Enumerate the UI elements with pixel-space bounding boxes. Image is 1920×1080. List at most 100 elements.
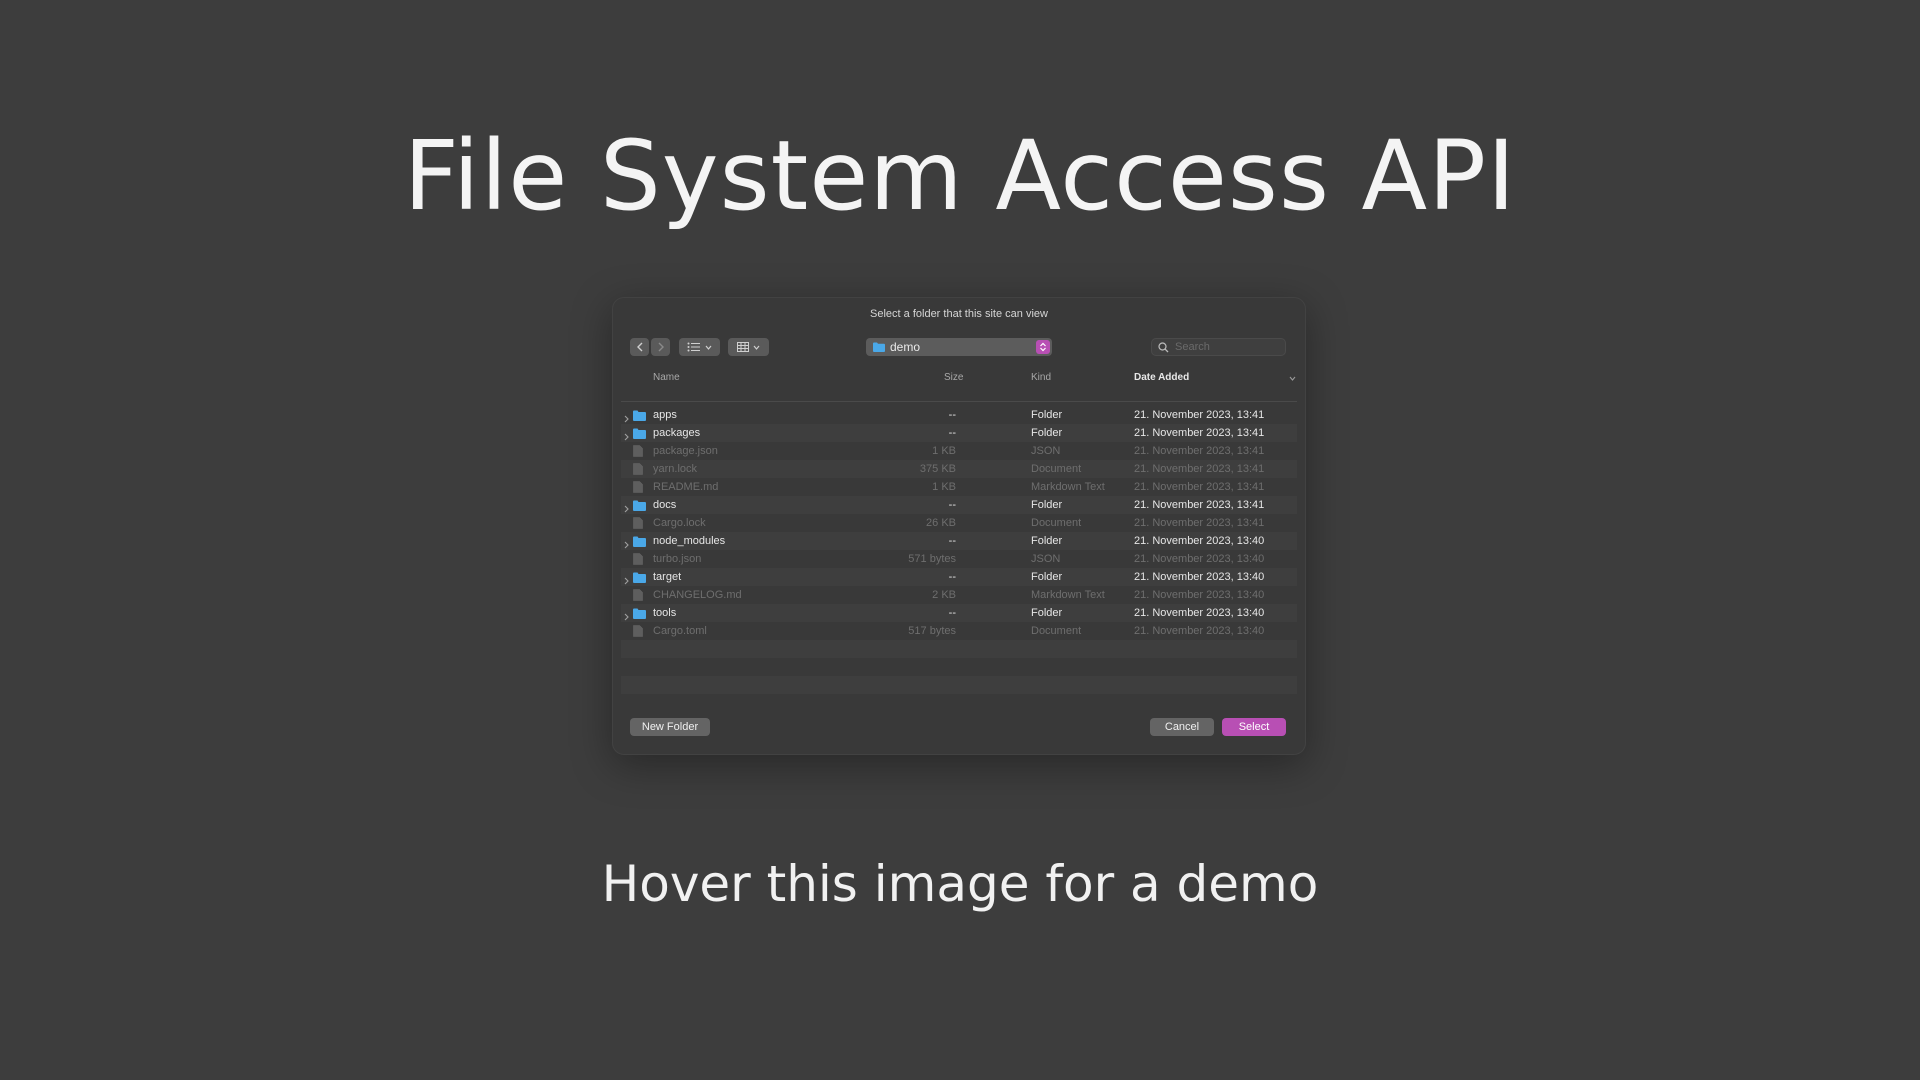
list-icon [687,342,700,352]
file-name: README.md [653,481,719,493]
file-date: 21. November 2023, 13:40 [1134,571,1265,583]
file-date: 21. November 2023, 13:41 [1134,517,1265,529]
file-size: 375 KB [919,463,956,475]
column-header: Name Size Kind Date Added [613,372,1305,384]
grid-icon [737,342,749,352]
chevron-left-icon [636,342,642,352]
file-date: 21. November 2023, 13:41 [1134,409,1265,421]
file-row: README.md 1 KB Markdown Text 21. November 2… [621,478,1297,496]
file-row[interactable]: node_modules -- Folder 21. November 2023, 1… [621,532,1297,550]
file-kind: Document [1031,463,1082,475]
file-kind: Markdown Text [1031,481,1105,493]
file-row[interactable]: tools -- Folder 21. November 2023, 13:40 [621,604,1297,622]
location-select[interactable]: demo [866,338,1052,356]
file-kind: JSON [1031,445,1061,457]
file-size: 2 KB [932,589,956,601]
column-date-added[interactable]: Date Added [1134,372,1189,383]
file-row: Cargo.lock 26 KB Document 21. November 2023… [621,514,1297,532]
file-size: -- [948,409,956,421]
file-date: 21. November 2023, 13:41 [1134,445,1265,457]
nav-buttons [630,338,670,356]
sort-chevron-icon[interactable] [1289,373,1296,384]
header-divider [621,401,1297,402]
column-kind[interactable]: Kind [1031,372,1051,383]
file-row: Cargo.toml 517 bytes Document 21. November … [621,622,1297,640]
column-size[interactable]: Size [944,372,963,383]
file-size: 1 KB [932,445,956,457]
chevron-right-icon [658,342,664,352]
chevron-down-icon [753,345,760,350]
folder-picker-dialog: Select a folder that this site can view [612,297,1306,755]
file-kind: Folder [1031,571,1063,583]
file-kind: Document [1031,517,1082,529]
file-kind: Markdown Text [1031,589,1105,601]
file-name: target [653,571,682,583]
dialog-prompt: Select a folder that this site can view [870,308,1048,320]
file-row[interactable]: packages -- Folder 21. November 2023, 13:41 [621,424,1297,442]
file-kind: Document [1031,625,1082,637]
file-name: apps [653,409,677,421]
empty-row [621,640,1297,658]
file-size: -- [948,607,956,619]
file-row[interactable]: target -- Folder 21. November 2023, 13:40 [621,568,1297,586]
file-size: 571 bytes [908,553,956,565]
file-date: 21. November 2023, 13:40 [1134,607,1265,619]
grid-view-button[interactable] [728,338,769,356]
file-name: node_modules [653,535,726,547]
file-date: 21. November 2023, 13:41 [1134,499,1265,511]
file-name: tools [653,607,677,619]
file-name: Cargo.lock [653,517,706,529]
page: File System Access API Select a folder t… [0,0,1920,1080]
file-name: package.json [653,445,718,457]
file-date: 21. November 2023, 13:40 [1134,535,1265,547]
file-date: 21. November 2023, 13:40 [1134,589,1265,601]
file-kind: Folder [1031,409,1063,421]
file-kind: Folder [1031,607,1063,619]
file-kind: Folder [1031,535,1063,547]
column-name[interactable]: Name [653,372,680,383]
file-date: 21. November 2023, 13:40 [1134,625,1265,637]
page-title: File System Access API [403,120,1517,232]
file-size: -- [948,571,956,583]
location-label: demo [890,340,921,354]
folder-icon [873,342,885,352]
search-field[interactable] [1151,338,1286,356]
file-list: apps -- Folder 21. November 2023, 13:41 pack… [621,406,1297,640]
file-date: 21. November 2023, 13:41 [1134,427,1265,439]
file-name: CHANGELOG.md [653,589,742,601]
file-size: -- [948,535,956,547]
file-size: 26 KB [926,517,956,529]
forward-button[interactable] [651,338,670,356]
up-down-chevron-icon [1036,340,1050,354]
page-subtitle: Hover this image for a demo [601,855,1319,913]
file-name: packages [653,427,701,439]
file-date: 21. November 2023, 13:41 [1134,463,1265,475]
select-button[interactable]: Select [1222,718,1286,736]
file-row[interactable]: docs -- Folder 21. November 2023, 13:41 [621,496,1297,514]
file-row: yarn.lock 375 KB Document 21. November 2023… [621,460,1297,478]
file-size: 517 bytes [908,625,956,637]
file-row: turbo.json 571 bytes JSON 21. November 2023… [621,550,1297,568]
file-name: turbo.json [653,553,702,565]
new-folder-button[interactable]: New Folder [630,718,710,736]
file-size: -- [948,427,956,439]
file-kind: Folder [1031,427,1063,439]
file-row: CHANGELOG.md 2 KB Markdown Text 21. Novembe… [621,586,1297,604]
file-name: docs [653,499,677,511]
search-input[interactable] [1175,341,1275,353]
file-name: yarn.lock [653,463,698,475]
file-size: -- [948,499,956,511]
cancel-button[interactable]: Cancel [1150,718,1214,736]
file-date: 21. November 2023, 13:41 [1134,481,1265,493]
file-row[interactable]: apps -- Folder 21. November 2023, 13:41 [621,406,1297,424]
file-name: Cargo.toml [653,625,707,637]
search-icon [1158,341,1169,352]
file-row: package.json 1 KB JSON 21. November 2023, 1… [621,442,1297,460]
file-kind: Folder [1031,499,1063,511]
empty-row [621,676,1297,694]
file-date: 21. November 2023, 13:40 [1134,553,1265,565]
back-button[interactable] [630,338,649,356]
file-size: 1 KB [932,481,956,493]
list-view-button[interactable] [679,338,720,356]
file-kind: JSON [1031,553,1061,565]
